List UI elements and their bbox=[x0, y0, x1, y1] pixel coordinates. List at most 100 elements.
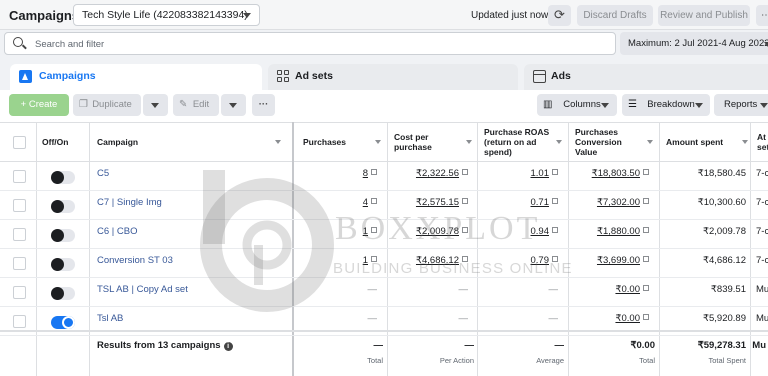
row-checkbox[interactable] bbox=[13, 170, 26, 183]
compare-icon bbox=[643, 285, 649, 291]
pencil-icon: ✎ bbox=[179, 99, 188, 110]
compare-icon bbox=[643, 314, 649, 320]
column-campaign[interactable]: Campaign bbox=[97, 123, 287, 161]
campaign-toggle[interactable] bbox=[51, 287, 75, 300]
conversion-value-cell[interactable]: ₹1,880.00 bbox=[575, 226, 649, 237]
cell-value: ₹7,302.00 bbox=[596, 197, 640, 208]
row-checkbox[interactable] bbox=[13, 315, 26, 328]
totals-row: Results from 13 campaigns i — Total — Per… bbox=[0, 330, 768, 376]
search-icon bbox=[13, 37, 23, 47]
refresh-icon[interactable]: ⟳ bbox=[548, 5, 571, 26]
purchases-cell[interactable]: 8 bbox=[303, 168, 377, 179]
discard-drafts-button[interactable]: Discard Drafts bbox=[577, 5, 653, 26]
column-offon[interactable]: Off/On bbox=[42, 123, 88, 161]
conversion-value-cell[interactable]: ₹7,302.00 bbox=[575, 197, 649, 208]
amount-spent-cell: ₹18,580.45 bbox=[697, 168, 746, 179]
column-purchases[interactable]: Purchases bbox=[303, 123, 387, 161]
reports-button[interactable]: Reports bbox=[714, 94, 768, 116]
campaign-toggle[interactable] bbox=[51, 316, 75, 329]
ad-sets-icon bbox=[277, 70, 290, 83]
chevron-down-icon bbox=[764, 42, 768, 47]
cell-value: ₹2,575.15 bbox=[415, 197, 459, 208]
purchase-roas-cell[interactable]: 1.01 bbox=[484, 168, 558, 179]
ads-icon bbox=[533, 70, 546, 83]
conversion-value-cell[interactable]: ₹0.00 bbox=[575, 313, 649, 324]
conversion-value-cell[interactable]: ₹3,699.00 bbox=[575, 255, 649, 266]
sort-icon bbox=[556, 140, 562, 144]
conversion-value-cell[interactable]: ₹0.00 bbox=[575, 284, 649, 295]
more-actions-button[interactable]: ··· bbox=[252, 94, 275, 116]
review-publish-button[interactable]: Review and Publish bbox=[658, 5, 750, 26]
cost-per-purchase-cell: — bbox=[394, 284, 469, 295]
column-purchase-roas[interactable]: Purchase ROAS (return on ad spend) bbox=[484, 123, 568, 161]
campaign-name-link[interactable]: TSL AB | Copy Ad set bbox=[97, 284, 188, 295]
purchase-roas-cell: — bbox=[484, 313, 559, 324]
row-checkbox[interactable] bbox=[13, 257, 26, 270]
select-all-checkbox[interactable] bbox=[13, 136, 26, 149]
more-options-button[interactable]: ⋯ bbox=[756, 5, 768, 26]
duplicate-button[interactable]: ❐ Duplicate bbox=[73, 94, 141, 116]
row-checkbox[interactable] bbox=[13, 228, 26, 241]
cell-value: — bbox=[548, 313, 559, 324]
info-icon[interactable]: i bbox=[223, 342, 233, 351]
total-amount-spent: ₹59,278.31 bbox=[697, 340, 746, 351]
cost-per-purchase-cell[interactable]: ₹2,322.56 bbox=[394, 168, 468, 179]
cost-per-purchase-cell: — bbox=[394, 313, 469, 324]
chevron-down-icon bbox=[601, 103, 609, 108]
table-row[interactable]: TSL AB | Copy Ad set — — — ₹0.00 ₹839.51… bbox=[0, 278, 768, 307]
edit-button[interactable]: ✎ Edit bbox=[173, 94, 219, 116]
cell-value: 8 bbox=[362, 168, 368, 179]
tab-ads[interactable]: Ads bbox=[524, 64, 768, 90]
breakdown-button[interactable]: ☰ Breakdown bbox=[622, 94, 710, 116]
cell-value: ₹18,803.50 bbox=[591, 168, 640, 179]
totals-text: Results from 13 campaigns bbox=[97, 340, 221, 351]
columns-button[interactable]: ▥ Columns bbox=[537, 94, 617, 116]
tab-campaigns[interactable]: Campaigns bbox=[10, 64, 262, 92]
conversion-value-cell[interactable]: ₹18,803.50 bbox=[575, 168, 649, 179]
total-conversion-value: ₹0.00 bbox=[630, 340, 655, 351]
row-checkbox[interactable] bbox=[13, 199, 26, 212]
campaign-toggle[interactable] bbox=[51, 200, 75, 213]
campaign-name-link[interactable]: C6 | CBO bbox=[97, 226, 137, 237]
columns-label: Columns bbox=[563, 99, 601, 110]
create-button[interactable]: + Create bbox=[9, 94, 69, 116]
breakdown-label: Breakdown bbox=[647, 99, 695, 110]
column-cost-per-purchase[interactable]: Cost per purchase bbox=[394, 123, 478, 161]
campaign-toggle[interactable] bbox=[51, 258, 75, 271]
account-selector[interactable]: Tech Style Life (422083382143394) bbox=[73, 4, 260, 26]
chevron-down-icon bbox=[695, 103, 703, 108]
table-row[interactable]: C5 8 ₹2,322.56 1.01 ₹18,803.50 ₹18,580.4… bbox=[0, 162, 768, 191]
cell-value: ₹0.00 bbox=[615, 313, 640, 324]
column-attribution[interactable]: At set bbox=[757, 123, 768, 161]
purchase-roas-cell[interactable]: 0.71 bbox=[484, 197, 558, 208]
row-checkbox[interactable] bbox=[13, 286, 26, 299]
search-placeholder: Search and filter bbox=[35, 39, 105, 50]
search-input[interactable]: Search and filter bbox=[4, 32, 616, 55]
tab-label: Ads bbox=[551, 70, 571, 82]
column-amount-spent[interactable]: Amount spent bbox=[666, 123, 754, 161]
compare-icon bbox=[552, 198, 558, 204]
campaign-name-link[interactable]: C5 bbox=[97, 168, 109, 179]
total-cost-per-purchase: — bbox=[464, 340, 475, 351]
purchase-roas-cell: — bbox=[484, 284, 559, 295]
sort-icon bbox=[647, 140, 653, 144]
campaign-name-link[interactable]: Conversion ST 03 bbox=[97, 255, 173, 266]
tab-ad-sets[interactable]: Ad sets bbox=[268, 64, 518, 90]
cost-per-purchase-cell[interactable]: ₹2,575.15 bbox=[394, 197, 468, 208]
chevron-down-icon bbox=[229, 103, 237, 108]
date-range-picker[interactable]: Maximum: 2 Jul 2021-4 Aug 2022 bbox=[620, 32, 768, 55]
campaign-name-link[interactable]: C7 | Single Img bbox=[97, 197, 162, 208]
campaign-toggle[interactable] bbox=[51, 171, 75, 184]
cell-value: 4 bbox=[362, 197, 368, 208]
compare-icon bbox=[371, 198, 377, 204]
total-attribution: Mu bbox=[752, 340, 766, 351]
campaign-name-link[interactable]: Tsl AB bbox=[97, 313, 123, 324]
purchases-cell[interactable]: 4 bbox=[303, 197, 377, 208]
purchases-cell: — bbox=[303, 313, 378, 324]
edit-dropdown-button[interactable] bbox=[221, 94, 246, 116]
campaign-toggle[interactable] bbox=[51, 229, 75, 242]
page-title: Campaigns bbox=[9, 8, 80, 23]
duplicate-dropdown-button[interactable] bbox=[143, 94, 168, 116]
cell-value: — bbox=[548, 284, 559, 295]
column-purchases-conversion-value[interactable]: Purchases Conversion Value bbox=[575, 123, 659, 161]
